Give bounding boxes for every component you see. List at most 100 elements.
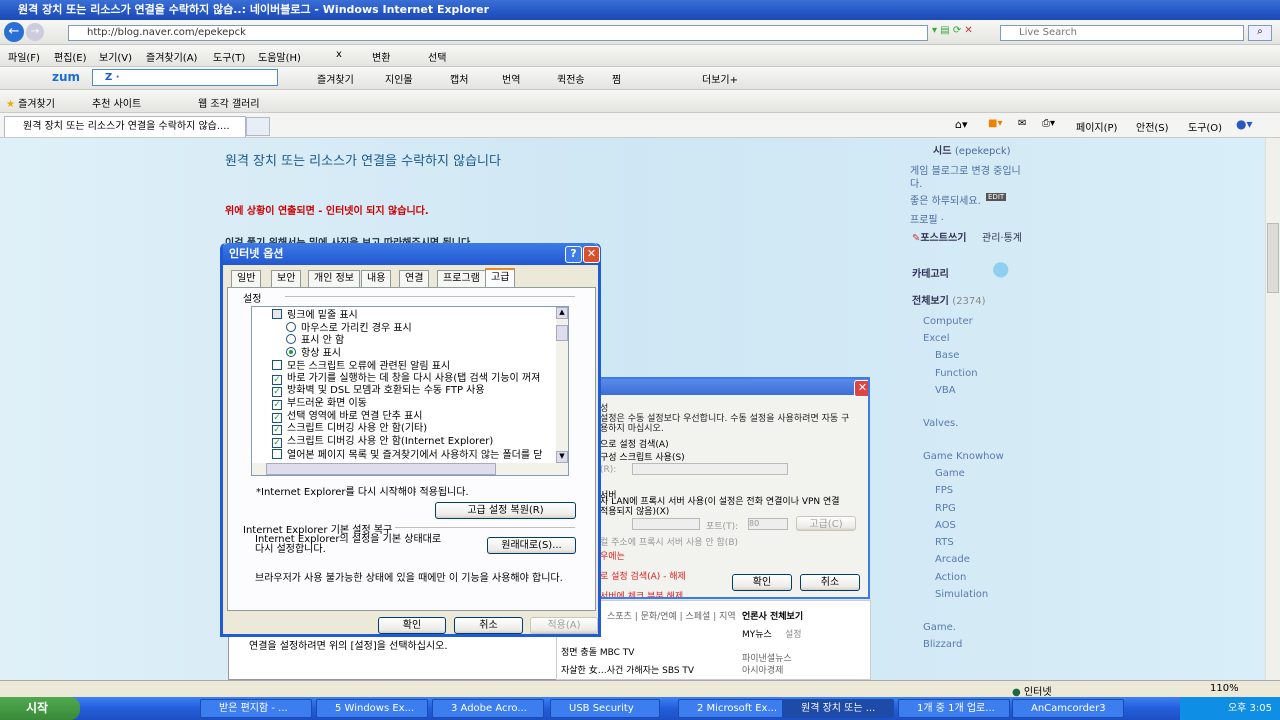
setting-radio[interactable]: 항상 표시 xyxy=(286,347,341,360)
checkbox-icon[interactable]: ✓ xyxy=(272,412,282,423)
category-item[interactable]: RTS xyxy=(935,537,954,548)
scrollbar-thumb[interactable] xyxy=(1267,223,1279,293)
zum-toolbar-item[interactable]: 캡처 xyxy=(450,71,468,86)
close-toolbar-icon[interactable]: x xyxy=(336,49,342,60)
setting-checkbox[interactable]: 열어본 페이지 목록 및 즐겨찾기에서 사용하지 않는 폴더를 닫 xyxy=(272,448,542,462)
mail-icon[interactable]: ✉ xyxy=(1018,118,1026,129)
menu-item[interactable]: 보기(V) xyxy=(99,49,132,64)
tab-4[interactable]: 연결 xyxy=(399,270,430,287)
safety-menu[interactable]: 안전(S) xyxy=(1136,119,1169,134)
print-icon[interactable]: ⎙▾ xyxy=(1042,118,1055,129)
zum-toolbar-item[interactable]: 번역 xyxy=(502,71,520,86)
checkbox-icon[interactable] xyxy=(272,448,282,459)
menu-item[interactable]: 즐겨찾기(A) xyxy=(146,49,197,64)
lan-auto-detect[interactable]: 으로 설정 검색(A) xyxy=(600,437,669,450)
radio-icon[interactable] xyxy=(286,321,296,332)
taskbar-item[interactable]: 3 Adobe Acro... xyxy=(432,699,544,718)
taskbar-item[interactable]: USB Security xyxy=(550,699,660,718)
help-button[interactable]: ? xyxy=(565,246,582,263)
menu-item[interactable]: 편집(E) xyxy=(54,49,87,64)
setting-group[interactable]: 링크에 밑줄 표시 xyxy=(272,309,358,322)
ok-button[interactable]: 확인 xyxy=(378,617,446,634)
category-item[interactable]: VBA xyxy=(935,385,956,396)
address-input[interactable]: http://blog.naver.com/epekepck xyxy=(68,25,928,41)
category-item[interactable]: Game. xyxy=(923,622,956,633)
category-item[interactable]: AOS xyxy=(935,520,956,531)
category-item[interactable]: Base xyxy=(935,350,959,361)
radio-icon[interactable] xyxy=(286,334,296,345)
category-all[interactable]: 전체보기 (2374) xyxy=(912,292,986,307)
select-button[interactable]: 선택 xyxy=(428,49,446,64)
start-button[interactable]: 시작 xyxy=(0,697,80,720)
lan-addr-input[interactable] xyxy=(632,463,788,475)
lan-proxy-use[interactable]: 자 LAN에 프록시 서버 사용(이 설정은 전화 연결이나 VPN 연결 적용되… xyxy=(600,497,840,517)
list-vscroll[interactable]: ▲ ▼ xyxy=(556,307,568,463)
lan-port-input[interactable]: 80 xyxy=(748,518,788,530)
zum-logo[interactable]: zum xyxy=(52,70,80,84)
apply-button[interactable]: 적용(A) xyxy=(530,617,598,634)
checkbox-icon[interactable]: ✓ xyxy=(272,425,282,436)
forward-button[interactable]: → xyxy=(26,23,44,41)
lan-proxy-address[interactable] xyxy=(632,518,700,530)
fav-suggested-sites[interactable]: 추천 사이트 xyxy=(92,95,141,110)
setting-checkbox[interactable]: ✓ 선택 영역에 바로 연결 단추 표시 xyxy=(272,411,423,424)
edit-badge[interactable]: EDIT xyxy=(986,193,1007,201)
blog-owner[interactable]: 시드 (epekepck) xyxy=(933,142,1011,157)
home-icon[interactable]: ⌂▾ xyxy=(955,118,968,131)
taskbar-item[interactable]: 1개 중 1개 업로... xyxy=(898,699,1010,718)
tab-3[interactable]: 내용 xyxy=(361,270,392,287)
lan-close-button[interactable]: ✕ xyxy=(854,380,868,397)
tab-6[interactable]: 고급 xyxy=(485,268,516,288)
category-item[interactable]: Valves. xyxy=(923,418,958,429)
profile-link[interactable]: 프로필 · xyxy=(910,211,944,226)
new-tab-button[interactable] xyxy=(246,117,270,136)
restore-advanced-button[interactable]: 고급 설정 복원(R) xyxy=(435,502,576,519)
menu-item[interactable]: 파일(F) xyxy=(8,49,40,64)
checkbox-icon[interactable]: ✓ xyxy=(272,374,282,385)
cancel-button[interactable]: 취소 xyxy=(454,617,523,634)
search-button[interactable]: ⌕ xyxy=(1248,25,1272,41)
list-hscroll[interactable] xyxy=(252,463,568,475)
setting-checkbox[interactable]: ✓ 바로 가기를 실행하는 데 창을 다시 사용(탭 검색 기능이 꺼져 xyxy=(272,373,540,386)
checkbox-icon[interactable]: ✓ xyxy=(272,438,282,448)
tools-menu[interactable]: 도구(O) xyxy=(1188,119,1222,134)
taskbar-item[interactable]: 5 Windows Ex... xyxy=(316,699,428,718)
back-button[interactable]: ← xyxy=(4,22,24,42)
checkbox-icon[interactable]: ✓ xyxy=(272,399,282,410)
help-icon[interactable]: ●▾ xyxy=(1236,117,1253,131)
zum-toolbar-item[interactable]: 즐겨찾기 xyxy=(317,71,354,86)
checkbox-icon[interactable]: ✓ xyxy=(272,387,282,398)
convert-button[interactable]: 변환 xyxy=(372,49,390,64)
category-item[interactable]: FPS xyxy=(935,485,953,496)
zoom-level[interactable]: 110% xyxy=(1210,683,1239,694)
tab-0[interactable]: 일반 xyxy=(231,270,262,287)
zum-toolbar-item[interactable]: 지인몰 xyxy=(385,71,413,86)
folder-icon[interactable] xyxy=(272,309,282,319)
checkbox-icon[interactable] xyxy=(272,359,282,370)
category-item[interactable]: Blizzard xyxy=(923,639,962,650)
lan-bypass[interactable]: 컬 주소에 프록시 서버 사용 안 함(B) xyxy=(600,535,738,548)
tab-5[interactable]: 프로그램 xyxy=(437,270,486,287)
category-item[interactable]: Arcade xyxy=(935,554,970,565)
favorites-button[interactable]: ★ 즐겨찾기 xyxy=(6,95,55,110)
scroll-up-icon[interactable]: ▲ xyxy=(556,307,568,319)
category-item[interactable]: Simulation xyxy=(935,589,988,600)
category-item[interactable]: Game Knowhow xyxy=(923,451,1004,462)
taskbar-item[interactable]: AnCamcorder3 xyxy=(1012,699,1124,718)
setting-checkbox[interactable]: 모든 스크립트 오류에 관련된 알림 표시 xyxy=(272,359,450,373)
scroll-thumb[interactable] xyxy=(556,325,568,341)
hscroll-thumb[interactable] xyxy=(266,463,496,475)
browser-tab-active[interactable]: 원격 장치 또는 리소스가 연결을 수락하지 않습.... xyxy=(4,116,246,137)
scroll-down-icon[interactable]: ▼ xyxy=(556,451,568,463)
menu-item[interactable]: 도움말(H) xyxy=(258,49,301,64)
refresh-stop-buttons[interactable]: ▾ ▤ ⟳ ✕ xyxy=(932,25,992,41)
tab-1[interactable]: 보안 xyxy=(271,270,302,287)
taskbar-item[interactable]: 원격 장치 또는 ... xyxy=(782,699,894,718)
category-item[interactable]: Computer xyxy=(923,316,973,327)
lan-advanced-button[interactable]: 고급(C) xyxy=(796,516,856,531)
taskbar-item[interactable]: 2 Microsoft Ex... xyxy=(678,699,790,718)
setting-checkbox[interactable]: ✓ 부드러운 화면 이동 xyxy=(272,398,367,411)
tab-2[interactable]: 개인 정보 xyxy=(308,270,360,287)
close-button[interactable]: ✕ xyxy=(583,246,600,263)
rss-icon[interactable]: ■▾ xyxy=(988,118,1002,129)
